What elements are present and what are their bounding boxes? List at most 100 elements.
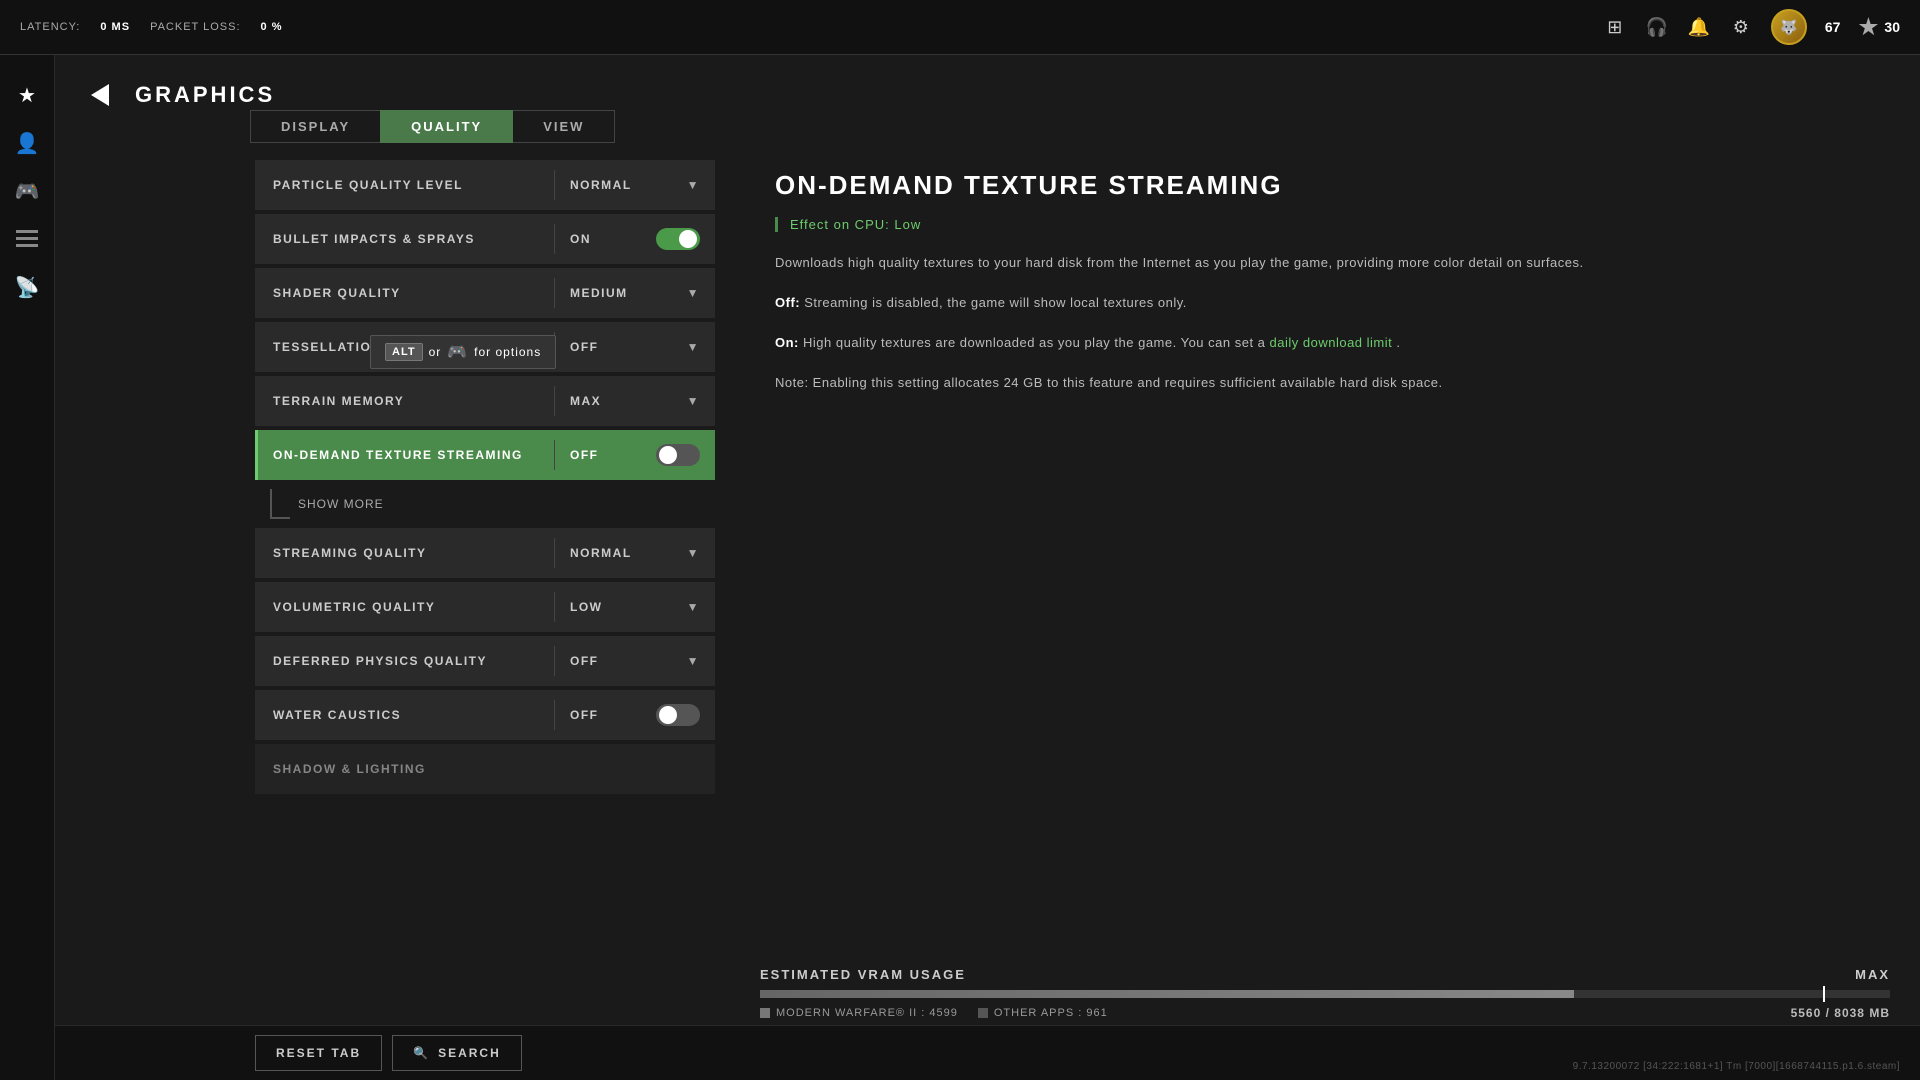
setting-shadow-lighting[interactable]: SHADOW & LIGHTING — [255, 744, 715, 794]
on-demand-streaming-label: ON-DEMAND TEXTURE STREAMING — [258, 448, 554, 462]
water-caustics-label: WATER CAUSTICS — [258, 708, 554, 722]
latency-label: LATENCY: — [20, 21, 80, 33]
setting-shader-quality[interactable]: SHADER QUALITY MEDIUM ▼ — [255, 268, 715, 318]
tooltip-overlay: ALT or 🎮 for options — [370, 335, 556, 369]
chevron-down-icon: ▼ — [687, 394, 700, 408]
version-info: 9.7.13200072 [34:222:1681+1] Tm [7000][1… — [1573, 1061, 1900, 1072]
vram-game-dot — [760, 1008, 770, 1018]
tessellation-value: OFF ▼ — [555, 340, 715, 354]
tab-quality[interactable]: QUALITY — [380, 110, 513, 143]
vram-max: MAX — [1855, 967, 1890, 982]
back-button[interactable] — [85, 80, 115, 110]
setting-streaming-quality[interactable]: STREAMING QUALITY NORMAL ▼ — [255, 528, 715, 578]
on-demand-streaming-value: OFF — [555, 444, 715, 466]
effect-value: Low — [894, 217, 921, 232]
deferred-physics-value: OFF ▼ — [555, 654, 715, 668]
setting-particle-quality[interactable]: PARTICLE QUALITY LEVEL NORMAL ▼ — [255, 160, 715, 210]
sidebar-item-profile[interactable]: 👤 — [7, 123, 47, 163]
chevron-down-icon: ▼ — [687, 178, 700, 192]
vram-bar-marker — [1823, 986, 1825, 1002]
water-caustics-value: OFF — [555, 704, 715, 726]
terrain-memory-label: TERRAIN MEMORY — [258, 394, 554, 408]
top-bar-left: LATENCY: 0 MS PACKET LOSS: 0 % — [20, 21, 283, 33]
shadow-lighting-label: SHADOW & LIGHTING — [258, 762, 715, 776]
bullet-impacts-label: BULLET IMPACTS & SPRAYS — [258, 232, 554, 246]
latency-info: LATENCY: 0 MS PACKET LOSS: 0 % — [20, 21, 283, 33]
top-bar: LATENCY: 0 MS PACKET LOSS: 0 % ⊞ 🎧 🔔 ⚙ 🐺… — [0, 0, 1920, 55]
info-description3: On: High quality textures are downloaded… — [775, 332, 1880, 354]
vram-game-item: MODERN WARFARE® II : 4599 — [760, 1007, 958, 1019]
bullet-impacts-toggle[interactable] — [656, 228, 700, 250]
setting-on-demand-streaming[interactable]: ON-DEMAND TEXTURE STREAMING OFF — [255, 430, 715, 480]
tooltip-or: or — [429, 345, 442, 359]
shader-quality-label: SHADER QUALITY — [258, 286, 554, 300]
show-more-row[interactable]: SHOW MORE — [255, 484, 715, 524]
user-level: 67 — [1825, 19, 1841, 35]
tab-display[interactable]: DISPLAY — [250, 110, 380, 143]
token-value: 30 — [1884, 19, 1900, 35]
setting-terrain-memory[interactable]: TERRAIN MEMORY MAX ▼ — [255, 376, 715, 426]
streaming-quality-value: NORMAL ▼ — [555, 546, 715, 560]
info-description4: Note: Enabling this setting allocates 24… — [775, 372, 1880, 394]
on-label: On: — [775, 335, 799, 350]
vram-title: ESTIMATED VRAM USAGE — [760, 967, 966, 982]
vram-section: ESTIMATED VRAM USAGE MAX MODERN WARFARE®… — [760, 967, 1890, 1020]
reset-tab-button[interactable]: RESET TAB — [255, 1035, 382, 1071]
on-demand-streaming-toggle[interactable] — [656, 444, 700, 466]
particle-quality-value: NORMAL ▼ — [555, 178, 715, 192]
show-more-indent — [270, 489, 290, 519]
download-limit-link[interactable]: daily download limit — [1270, 335, 1393, 350]
info-description1: Downloads high quality textures to your … — [775, 252, 1880, 274]
chevron-down-icon: ▼ — [687, 654, 700, 668]
headset-icon[interactable]: 🎧 — [1645, 15, 1669, 39]
setting-water-caustics[interactable]: WATER CAUSTICS OFF — [255, 690, 715, 740]
user-avatar[interactable]: 🐺 — [1771, 9, 1807, 45]
on-suffix: . — [1396, 335, 1400, 350]
shader-quality-value: MEDIUM ▼ — [555, 286, 715, 300]
grid-icon[interactable]: ⊞ — [1603, 15, 1627, 39]
off-label: Off: — [775, 295, 800, 310]
on-text: High quality textures are downloaded as … — [803, 335, 1270, 350]
chevron-down-icon: ▼ — [687, 546, 700, 560]
tab-view[interactable]: VIEW — [513, 110, 615, 143]
info-effect: Effect on CPU: Low — [775, 217, 1880, 232]
token-icon — [1858, 17, 1878, 37]
particle-quality-label: PARTICLE QUALITY LEVEL — [258, 178, 554, 192]
off-text: Streaming is disabled, the game will sho… — [804, 295, 1187, 310]
vram-other-item: OTHER APPS : 961 — [978, 1007, 1108, 1019]
sidebar-item-favorites[interactable]: ★ — [7, 75, 47, 115]
water-caustics-toggle[interactable] — [656, 704, 700, 726]
show-more-label: SHOW MORE — [298, 497, 384, 511]
tooltip-kbd-alt: ALT — [385, 343, 423, 361]
controller-icon: 🎮 — [447, 342, 468, 362]
setting-bullet-impacts[interactable]: BULLET IMPACTS & SPRAYS ON — [255, 214, 715, 264]
setting-volumetric-quality[interactable]: VOLUMETRIC QUALITY LOW ▼ — [255, 582, 715, 632]
sidebar-item-network[interactable]: 📡 — [7, 267, 47, 307]
sidebar-item-gamepad[interactable]: 🎮 — [7, 171, 47, 211]
tooltip-suffix: for options — [474, 345, 541, 359]
notifications-icon[interactable]: 🔔 — [1687, 15, 1711, 39]
search-button[interactable]: 🔍 SEARCH — [392, 1035, 522, 1071]
vram-other-label: OTHER APPS : 961 — [994, 1007, 1108, 1019]
top-bar-right: ⊞ 🎧 🔔 ⚙ 🐺 67 30 — [1603, 9, 1900, 45]
vram-header: ESTIMATED VRAM USAGE MAX — [760, 967, 1890, 982]
volumetric-quality-value: LOW ▼ — [555, 600, 715, 614]
volumetric-quality-label: VOLUMETRIC QUALITY — [258, 600, 554, 614]
main-content: PARTICLE QUALITY LEVEL NORMAL ▼ BULLET I… — [55, 150, 1920, 1080]
sidebar-item-menu[interactable] — [7, 219, 47, 259]
vram-game-label: MODERN WARFARE® II : 4599 — [776, 1007, 958, 1019]
packet-loss-label: PACKET LOSS: — [150, 21, 240, 33]
chevron-down-icon: ▼ — [687, 340, 700, 354]
search-label: SEARCH — [438, 1046, 501, 1060]
effect-label: Effect on CPU: — [790, 217, 890, 232]
packet-loss-value: 0 % — [261, 21, 283, 33]
vram-usage: 5560 / 8038 MB — [1791, 1006, 1890, 1020]
vram-legend: MODERN WARFARE® II : 4599 OTHER APPS : 9… — [760, 1006, 1890, 1020]
deferred-physics-label: DEFERRED PHYSICS QUALITY — [258, 654, 554, 668]
chevron-down-icon: ▼ — [687, 286, 700, 300]
search-icon: 🔍 — [413, 1046, 430, 1060]
settings-icon[interactable]: ⚙ — [1729, 15, 1753, 39]
latency-value: 0 MS — [100, 21, 130, 33]
vram-bar-fill — [760, 990, 1574, 998]
setting-deferred-physics[interactable]: DEFERRED PHYSICS QUALITY OFF ▼ — [255, 636, 715, 686]
